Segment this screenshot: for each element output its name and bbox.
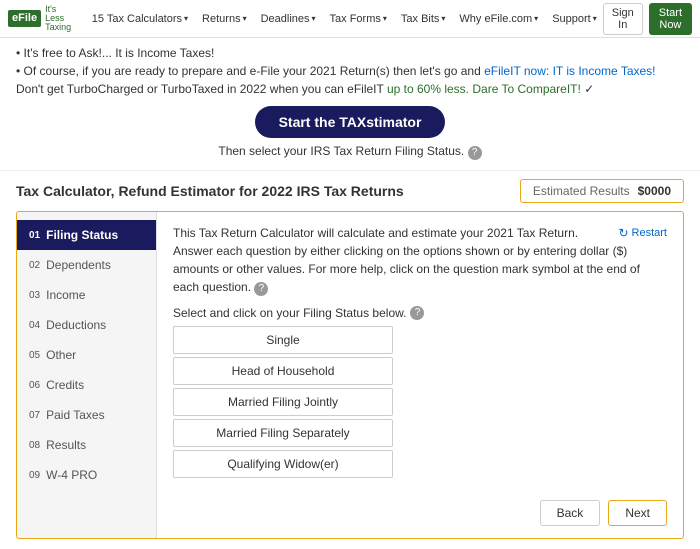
sidebar-item-credits[interactable]: 06 Credits: [17, 370, 156, 400]
description: ↻ Restart This Tax Return Calculator wil…: [173, 224, 667, 296]
nav-right: Sign In Start Now: [603, 3, 692, 35]
filing-option-head-of-household[interactable]: Head of Household: [173, 357, 393, 385]
next-button[interactable]: Next: [608, 500, 667, 526]
restart-icon: ↻: [618, 224, 628, 242]
efile-it-link[interactable]: eFileIT now: IT is Income Taxes!: [484, 64, 655, 78]
sidebar-item-dependents[interactable]: 02 Dependents: [17, 250, 156, 280]
sidebar-item-w4-pro[interactable]: 09 W-4 PRO: [17, 460, 156, 490]
sidebar-item-filing-status[interactable]: 01 Filing Status: [17, 220, 156, 250]
filing-option-qualifying-widow[interactable]: Qualifying Widow(er): [173, 450, 393, 478]
navbar: eFile It's Less Taxing 15 Tax Calculator…: [0, 0, 700, 38]
restart-link[interactable]: ↻ Restart: [618, 224, 667, 242]
filing-option-married-separately[interactable]: Married Filing Separately: [173, 419, 393, 447]
chevron-down-icon: ▾: [312, 14, 316, 23]
select-help-icon[interactable]: ?: [410, 306, 424, 320]
compare-link[interactable]: up to 60% less. Dare To CompareIT!: [387, 82, 581, 96]
sidebar: 01 Filing Status 02 Dependents 03 Income…: [17, 212, 157, 538]
banner-text2: • Of course, if you are ready to prepare…: [16, 62, 684, 98]
filing-options: Single Head of Household Married Filing …: [173, 326, 667, 478]
sidebar-item-deductions[interactable]: 04 Deductions: [17, 310, 156, 340]
banner: • It's free to Ask!... It is Income Taxe…: [0, 38, 700, 171]
nav-item-returns[interactable]: Returns ▾: [196, 9, 253, 29]
estimated-value: $0000: [638, 184, 671, 198]
select-label: Select and click on your Filing Status b…: [173, 306, 667, 320]
nav-item-tax-bits[interactable]: Tax Bits ▾: [395, 9, 452, 29]
estimated-results: Estimated Results $0000: [520, 179, 684, 203]
sidebar-item-other[interactable]: 05 Other: [17, 340, 156, 370]
logo: eFile It's Less Taxing: [8, 5, 76, 32]
calculator-title: Tax Calculator, Refund Estimator for 202…: [16, 183, 404, 199]
back-button[interactable]: Back: [540, 500, 601, 526]
nav-items: 15 Tax Calculators ▾ Returns ▾ Deadlines…: [86, 9, 603, 29]
chevron-down-icon: ▾: [534, 14, 538, 23]
calculator-container: Tax Calculator, Refund Estimator for 202…: [0, 171, 700, 549]
main-panel: ↻ Restart This Tax Return Calculator wil…: [157, 212, 683, 538]
start-taxstimator-button[interactable]: Start the TAXstimator: [255, 106, 446, 138]
chevron-down-icon: ▾: [184, 14, 188, 23]
chevron-down-icon: ▾: [243, 14, 247, 23]
nav-item-tax-forms[interactable]: Tax Forms ▾: [324, 9, 393, 29]
sign-in-button[interactable]: Sign In: [603, 3, 643, 35]
chevron-down-icon: ▾: [441, 14, 445, 23]
calculator-header: Tax Calculator, Refund Estimator for 202…: [16, 179, 684, 203]
nav-item-calculators[interactable]: 15 Tax Calculators ▾: [86, 9, 194, 29]
chevron-down-icon: ▾: [593, 14, 597, 23]
logo-box: eFile: [8, 10, 41, 27]
calculator-body: 01 Filing Status 02 Dependents 03 Income…: [16, 211, 684, 539]
sidebar-item-results[interactable]: 08 Results: [17, 430, 156, 460]
start-now-button[interactable]: Start Now: [649, 3, 692, 35]
chevron-down-icon: ▾: [383, 14, 387, 23]
description-help-icon[interactable]: ?: [254, 282, 268, 296]
sidebar-item-paid-taxes[interactable]: 07 Paid Taxes: [17, 400, 156, 430]
nav-item-why-efile[interactable]: Why eFile.com ▾: [453, 9, 544, 29]
sidebar-item-income[interactable]: 03 Income: [17, 280, 156, 310]
filing-option-single[interactable]: Single: [173, 326, 393, 354]
filing-status-help-icon[interactable]: ?: [468, 146, 482, 160]
banner-text1: • It's free to Ask!... It is Income Taxe…: [16, 44, 684, 62]
start-button-container: Start the TAXstimator: [16, 106, 684, 138]
filing-status-text: Then select your IRS Tax Return Filing S…: [16, 142, 684, 160]
nav-item-deadlines[interactable]: Deadlines ▾: [255, 9, 322, 29]
estimated-label: Estimated Results: [533, 184, 630, 198]
panel-footer: Back Next: [173, 492, 667, 526]
logo-tagline: It's Less Taxing: [45, 5, 76, 32]
filing-option-married-jointly[interactable]: Married Filing Jointly: [173, 388, 393, 416]
nav-item-support[interactable]: Support ▾: [546, 9, 603, 29]
